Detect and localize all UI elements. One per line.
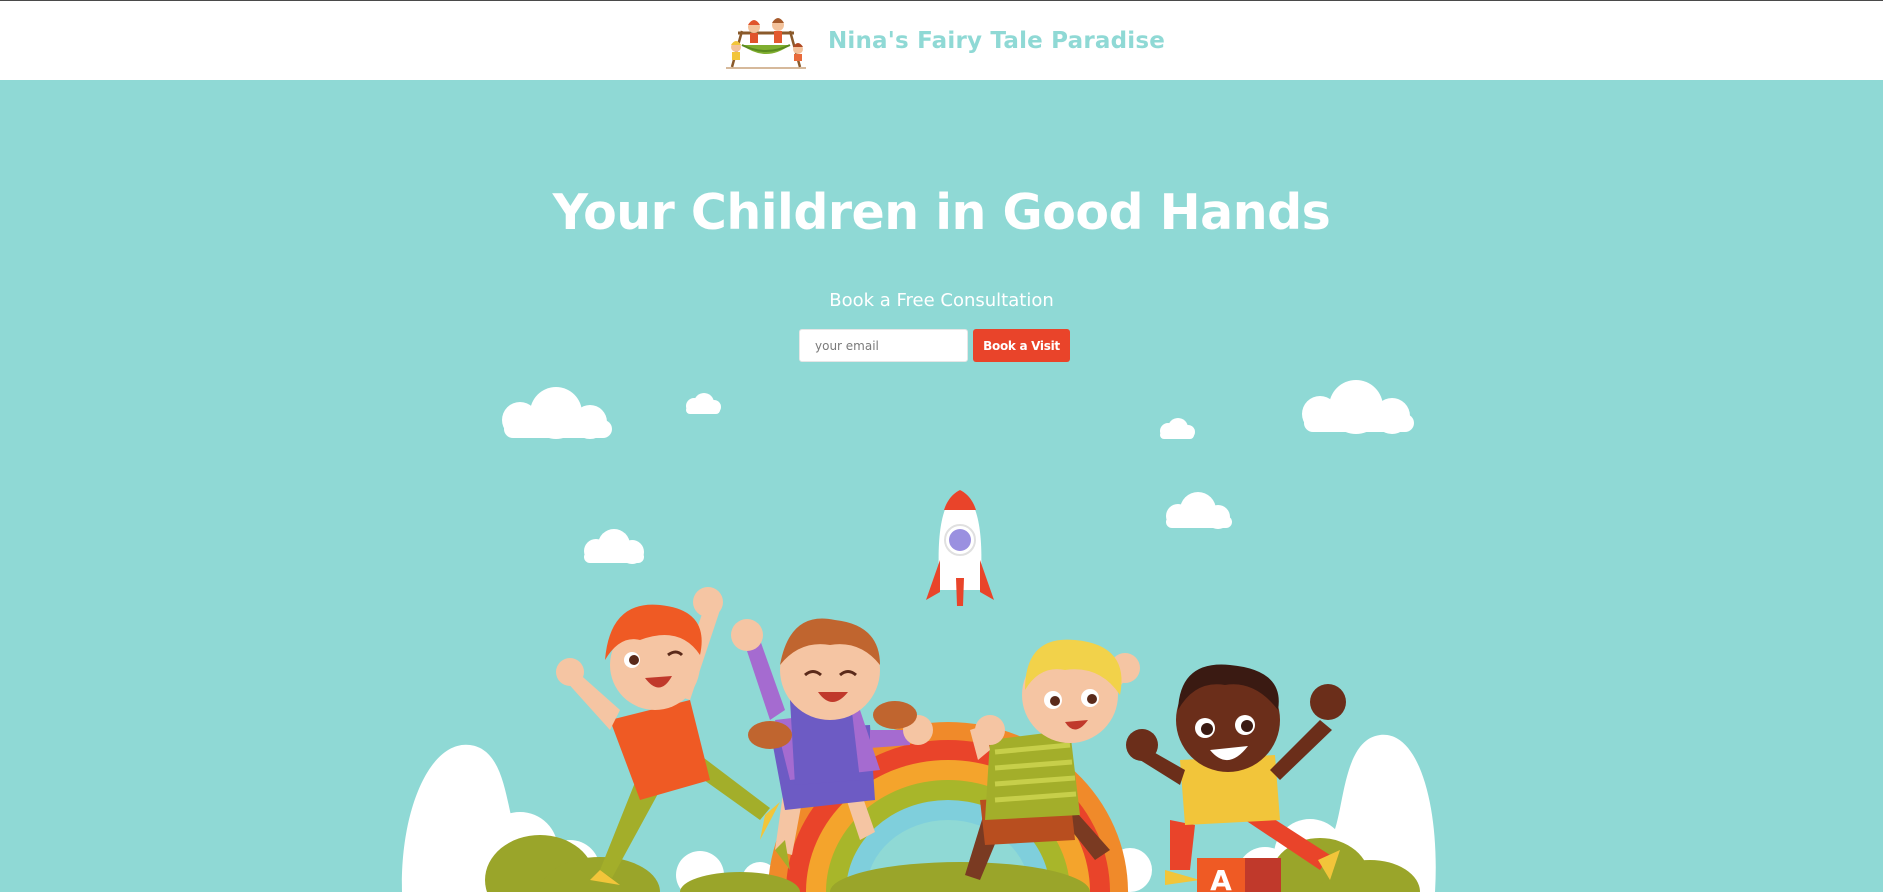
kid-dark (1126, 664, 1346, 885)
booking-form: Book a Visit (799, 329, 1070, 362)
swing-kids-logo-icon (725, 17, 806, 69)
brand[interactable]: Nina's Fairy Tale Paradise (718, 11, 1165, 71)
brand-name: Nina's Fairy Tale Paradise (827, 27, 1166, 54)
rocket (926, 490, 994, 606)
hero-section: A Your Children in Good Hands Book a Fre… (0, 80, 1883, 892)
block-letter: A (1210, 864, 1232, 892)
letter-block: A (1197, 858, 1281, 892)
book-visit-button[interactable]: Book a Visit (973, 329, 1070, 362)
top-header: Nina's Fairy Tale Paradise (0, 0, 1883, 80)
hero-subtitle: Book a Free Consultation (829, 290, 1054, 311)
email-input[interactable] (799, 329, 968, 362)
page-title: Your Children in Good Hands (552, 184, 1331, 241)
